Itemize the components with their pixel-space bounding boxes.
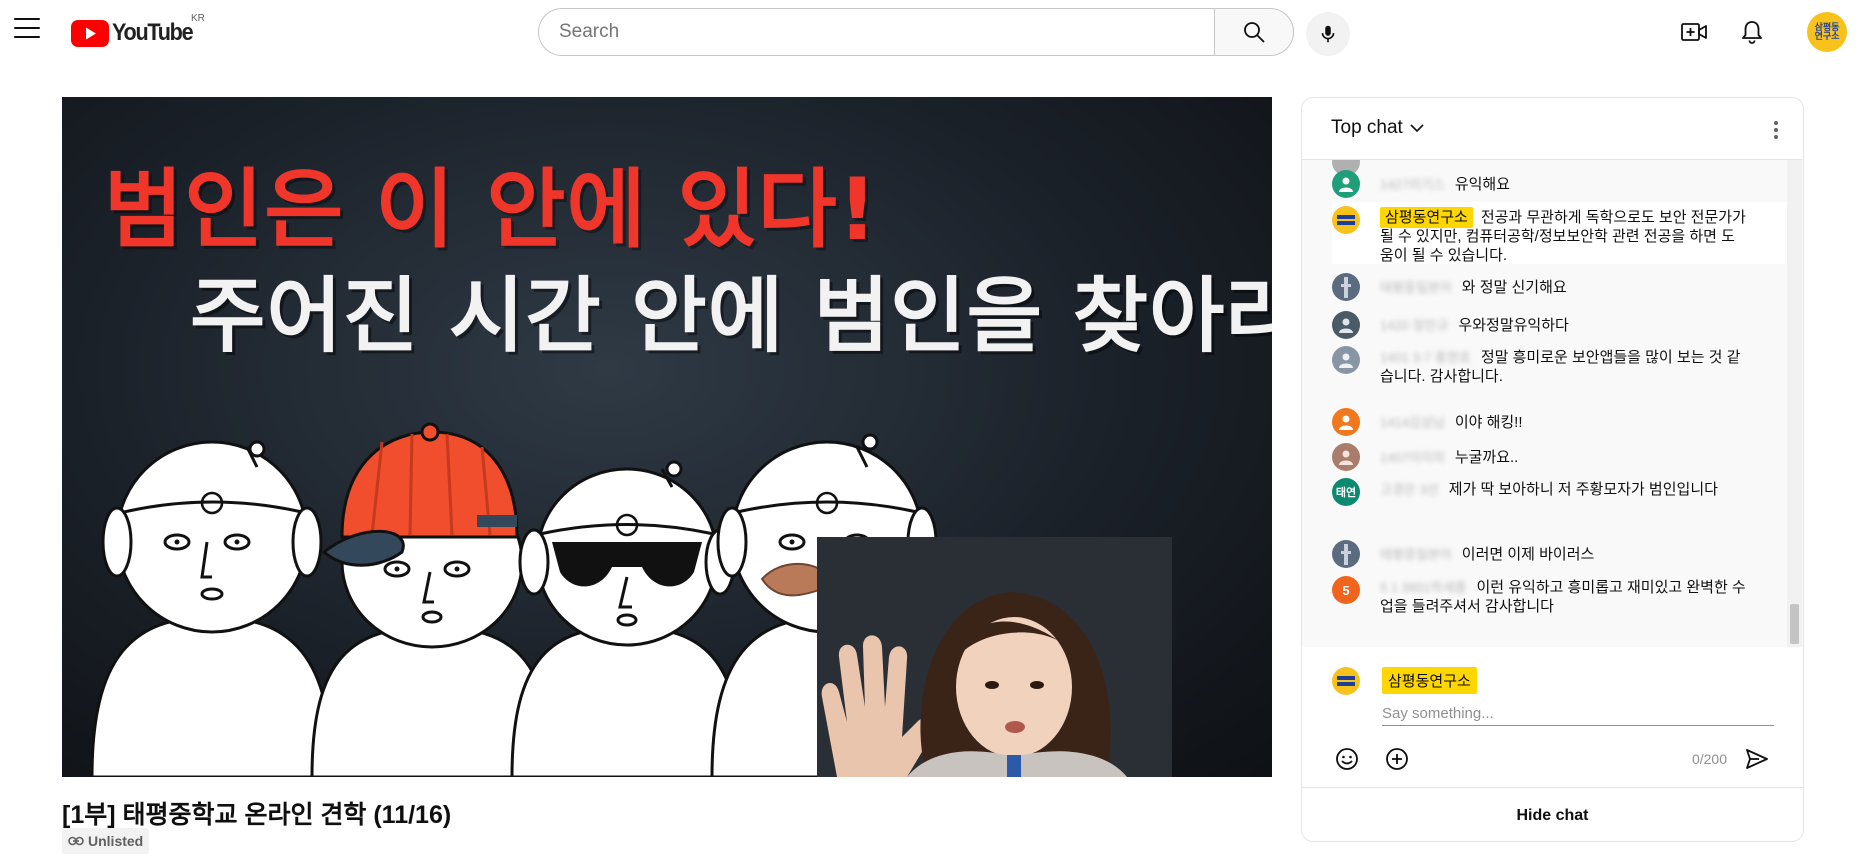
person-icon [1339,318,1353,333]
chat-avatar[interactable] [1332,443,1360,471]
chat-text: 누굴까요.. [1454,449,1519,466]
chat-avatar[interactable] [1332,206,1360,234]
chat-message: 1407이이의 누굴까요.. [1332,443,1787,471]
chat-text: 우와정말유익하다 [1458,317,1569,334]
chat-message: 5 5 1 3801하세흥 이런 유익하고 흥미롭고 재미있고 완벽한 수업을 들… [1332,576,1787,616]
country-code: KR [191,13,205,24]
video-overlay-title: 범인은 이 안에 있다! [104,160,879,260]
chat-message: 1401 3-7 홍현호 정말 흥미로운 보안앱들을 많이 보는 것 같습니다. … [1332,346,1787,386]
logo-text: YouTube [112,19,194,46]
chat-author[interactable]: 태평중일본어 [1380,280,1452,295]
notifications-button[interactable] [1734,14,1770,50]
self-avatar [1332,667,1360,695]
chat-avatar[interactable]: 태연 [1332,478,1360,506]
person-icon [1339,450,1353,465]
chat-avatar[interactable] [1332,311,1360,339]
chat-message: 태평중일본어 와 정말 신기해요 [1332,273,1787,301]
person-icon [1339,353,1353,368]
chat-input-area: 삼평동연구소 0/200 [1302,647,1803,787]
youtube-logo[interactable]: YouTube [71,18,201,48]
chat-author[interactable]: 1414김성님 [1380,415,1445,430]
plus-circle-icon [1386,748,1408,770]
menu-icon[interactable] [14,18,40,38]
channel-logo-icon [1337,676,1355,686]
chat-header: Top chat [1302,98,1803,160]
chat-avatar[interactable] [1332,408,1360,436]
self-author-name: 삼평동연구소 [1382,667,1477,694]
tower-icon [1341,544,1351,565]
chat-mode-dropdown[interactable]: Top chat [1331,117,1425,139]
unlisted-label: Unlisted [88,833,144,849]
search-icon [1244,22,1265,43]
add-button[interactable] [1384,746,1410,772]
video-overlay-subtitle: 주어진 시간 안에 범인을 찾아라! [190,269,1272,364]
channel-logo-icon [1337,215,1355,225]
more-options-icon[interactable] [1764,116,1788,144]
chat-message-owner: 삼평동연구소 전공과 무관하게 독학으로도 보안 전문가가 될 수 있지만, 컴퓨… [1332,202,1787,264]
link-icon [68,836,84,846]
chat-avatar[interactable] [1332,273,1360,301]
person-icon [1339,177,1353,192]
chat-author[interactable]: 1407이이의 [1380,450,1445,465]
chevron-down-icon [1410,124,1424,133]
chat-author[interactable]: 태평중일본어 [1380,547,1452,562]
top-bar: YouTube KR 삼평동연구소 [0,0,1860,64]
chat-message: 태평중일본어 이러면 이제 바이러스 [1332,540,1787,568]
chat-mode-label: Top chat [1331,117,1403,138]
chat-message: 태연 고경은 3선 제가 딱 보아하니 저 주황모자가 범인입니다 [1332,478,1787,506]
chat-author[interactable]: 1427리기스 [1380,177,1445,192]
chat-scrollbar[interactable] [1787,160,1802,647]
microphone-icon [1321,25,1335,43]
chat-avatar[interactable] [1332,170,1360,198]
chat-text: 와 정말 신기해요 [1461,279,1567,296]
chat-text: 이러면 이제 바이러스 [1461,546,1595,563]
search-input[interactable] [538,8,1214,56]
create-button[interactable] [1676,14,1712,50]
search-bar [538,8,1294,56]
emoji-button[interactable] [1334,746,1360,772]
chat-text: 이야 해킹!! [1454,414,1523,431]
bell-icon [1742,21,1762,44]
chat-message: 1427리기스 유익해요 [1332,170,1787,198]
chat-message: 1420 정민규 우와정말유익하다 [1332,311,1787,339]
unlisted-badge: Unlisted [62,828,150,854]
chat-text: 제가 딱 보아하니 저 주황모자가 범인입니다 [1448,481,1718,498]
character-counter: 0/200 [1691,751,1727,767]
smiley-icon [1336,748,1358,770]
tower-icon [1341,277,1351,298]
hide-chat-button[interactable]: Hide chat [1302,787,1803,841]
account-avatar[interactable]: 삼평동 연구소 [1807,12,1847,52]
send-button[interactable] [1743,745,1771,773]
chat-author-owner[interactable]: 삼평동연구소 [1380,207,1473,228]
live-chat-panel: Top chat 1427리기스 유익해요 삼평동연구소 전공과 무관하게 독학으로… [1301,97,1804,842]
video-title: [1부] 태평중학교 온라인 견학 (11/16) [62,801,452,829]
chat-scroll-thumb[interactable] [1790,604,1799,644]
youtube-play-icon [71,19,109,47]
person-icon [1339,415,1353,430]
voice-search-button[interactable] [1306,12,1350,56]
video-player[interactable]: 범인은 이 안에 있다! 주어진 시간 안에 범인을 찾아라! [62,97,1272,777]
chat-author[interactable]: 5 1 3801하세흥 [1380,580,1466,595]
chat-avatar[interactable] [1332,540,1360,568]
search-button[interactable] [1214,8,1294,56]
send-icon [1746,749,1768,769]
chat-text: 유익해요 [1454,176,1511,193]
chat-avatar[interactable]: 5 [1332,576,1360,604]
chat-author[interactable]: 1401 3-7 홍현호 [1380,350,1471,365]
avatar-text-line2: 연구소 [1814,31,1840,41]
chat-message: 1414김성님 이야 해킹!! [1332,408,1787,436]
chat-author[interactable]: 1420 정민규 [1380,318,1448,333]
chat-avatar[interactable] [1332,346,1360,374]
chat-messages: 1427리기스 유익해요 삼평동연구소 전공과 무관하게 독학으로도 보안 전문가가… [1302,160,1803,647]
video-camera-plus-icon [1681,23,1707,41]
presenter-webcam-overlay [817,537,1172,777]
chat-message-input[interactable] [1382,702,1774,726]
chat-author[interactable]: 고경은 3선 [1380,482,1439,497]
